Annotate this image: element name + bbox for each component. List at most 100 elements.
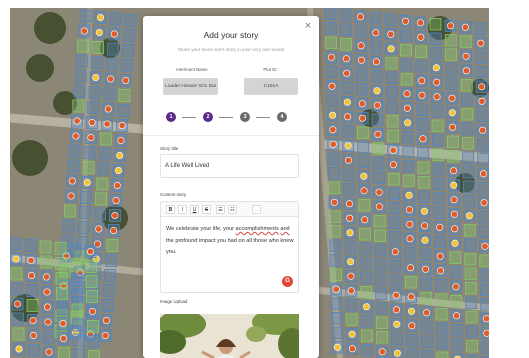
grave-plot[interactable] xyxy=(370,41,383,54)
plot-marker[interactable] xyxy=(420,207,428,215)
grave-plot[interactable] xyxy=(373,215,386,228)
grave-plot[interactable] xyxy=(77,39,89,53)
plot-marker[interactable] xyxy=(481,242,489,250)
grave-plot[interactable] xyxy=(71,303,84,317)
grave-plot[interactable] xyxy=(329,225,341,238)
grave-plot[interactable] xyxy=(325,65,338,78)
grave-plot[interactable] xyxy=(109,12,122,26)
grave-plot[interactable] xyxy=(477,153,489,166)
strikethrough-button[interactable]: S xyxy=(202,205,211,214)
plot-marker[interactable] xyxy=(113,182,121,190)
uploaded-image[interactable] xyxy=(160,314,299,358)
grave-plot[interactable] xyxy=(444,34,457,47)
plot-marker[interactable] xyxy=(405,191,413,199)
plot-marker[interactable] xyxy=(478,97,486,105)
grave-plot[interactable] xyxy=(324,22,337,35)
grave-plot[interactable] xyxy=(449,251,462,264)
grave-plot[interactable] xyxy=(79,206,91,219)
plot-marker[interactable] xyxy=(419,135,427,143)
grave-plot[interactable] xyxy=(104,269,116,282)
grave-plot[interactable] xyxy=(326,94,339,107)
grave-plot[interactable] xyxy=(389,260,402,273)
grave-plot[interactable] xyxy=(402,145,415,158)
grave-plot[interactable] xyxy=(462,166,475,179)
grave-plot[interactable] xyxy=(481,341,489,354)
story-title-input[interactable]: A Life Well Lived xyxy=(160,154,299,178)
grave-plot[interactable] xyxy=(73,348,85,358)
plot-marker[interactable] xyxy=(373,101,381,109)
grave-plot[interactable] xyxy=(476,109,489,122)
grave-plot[interactable] xyxy=(12,312,24,326)
plot-marker[interactable] xyxy=(328,82,336,90)
grave-plot[interactable] xyxy=(372,157,385,170)
grave-plot[interactable] xyxy=(429,32,442,45)
plot-marker[interactable] xyxy=(27,271,35,279)
grave-plot[interactable] xyxy=(374,258,387,271)
plot-marker[interactable] xyxy=(392,306,400,314)
grave-plot[interactable] xyxy=(64,204,76,218)
plot-marker[interactable] xyxy=(110,30,118,38)
grave-plot[interactable] xyxy=(107,42,119,56)
grave-plot[interactable] xyxy=(73,84,86,98)
grave-plot[interactable] xyxy=(404,276,417,289)
plot-marker[interactable] xyxy=(478,83,486,91)
plot-marker[interactable] xyxy=(477,39,485,47)
grave-plot[interactable] xyxy=(361,344,374,357)
plot-marker[interactable] xyxy=(357,42,365,50)
plot-marker[interactable] xyxy=(407,307,415,315)
grave-plot[interactable] xyxy=(69,243,82,257)
grave-plot[interactable] xyxy=(417,161,430,174)
grave-plot[interactable] xyxy=(461,137,474,150)
grave-plot[interactable] xyxy=(55,272,68,285)
plot-marker[interactable] xyxy=(67,192,75,200)
grave-plot[interactable] xyxy=(76,54,88,68)
grave-plot[interactable] xyxy=(77,221,90,234)
plot-marker[interactable] xyxy=(348,330,356,338)
grave-plot[interactable] xyxy=(420,321,433,334)
grave-plot[interactable] xyxy=(359,271,372,284)
bulleted-list-icon[interactable]: ☷ xyxy=(228,205,237,214)
plot-marker[interactable] xyxy=(72,132,80,140)
grave-plot[interactable] xyxy=(42,330,55,344)
plot-marker[interactable] xyxy=(422,309,430,317)
plot-marker[interactable] xyxy=(116,152,124,160)
step-2[interactable]: 2 xyxy=(203,112,213,122)
plot-marker[interactable] xyxy=(101,331,109,339)
grave-plot[interactable] xyxy=(86,290,98,303)
grave-plot[interactable] xyxy=(96,177,109,191)
spelling-flag[interactable]: accomplishments xyxy=(236,226,279,232)
grave-plot[interactable] xyxy=(345,313,358,326)
grave-plot[interactable] xyxy=(92,41,104,54)
grave-plot[interactable] xyxy=(85,275,98,288)
plot-marker[interactable] xyxy=(387,45,395,53)
grave-plot[interactable] xyxy=(74,69,87,83)
plot-marker[interactable] xyxy=(446,22,454,30)
grave-plot[interactable] xyxy=(329,268,342,281)
plot-marker[interactable] xyxy=(347,272,355,280)
plot-marker[interactable] xyxy=(422,265,430,273)
grave-plot[interactable] xyxy=(386,86,398,99)
grave-plot[interactable] xyxy=(56,302,69,315)
plot-marker[interactable] xyxy=(416,19,424,27)
grave-plot[interactable] xyxy=(386,129,399,142)
plot-marker[interactable] xyxy=(344,156,352,164)
plot-marker[interactable] xyxy=(29,316,37,324)
plot-marker[interactable] xyxy=(480,199,488,207)
grave-plot[interactable] xyxy=(369,12,382,25)
grave-plot[interactable] xyxy=(435,322,448,335)
plot-marker[interactable] xyxy=(359,114,367,122)
plot-marker[interactable] xyxy=(345,200,353,208)
plot-marker[interactable] xyxy=(479,170,487,178)
plot-marker[interactable] xyxy=(43,288,51,296)
grave-plot[interactable] xyxy=(94,207,106,221)
grave-plot[interactable] xyxy=(67,159,80,173)
plot-marker[interactable] xyxy=(448,109,456,117)
plot-marker[interactable] xyxy=(360,172,368,180)
grave-plot[interactable] xyxy=(105,254,118,267)
plot-marker[interactable] xyxy=(343,98,351,106)
plot-marker[interactable] xyxy=(15,345,23,353)
grave-plot[interactable] xyxy=(72,333,85,347)
plot-marker[interactable] xyxy=(344,142,352,150)
grave-plot[interactable] xyxy=(386,100,399,113)
grave-plot[interactable] xyxy=(12,327,25,341)
